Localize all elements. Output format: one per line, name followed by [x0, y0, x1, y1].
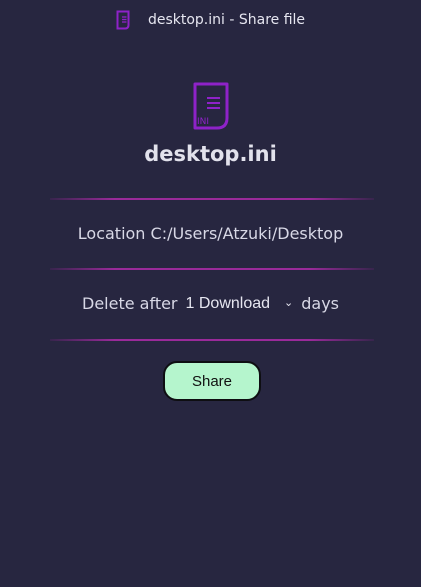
delete-after-select[interactable]: 1 Download ⌄: [186, 295, 294, 313]
share-button[interactable]: Share: [163, 361, 261, 401]
delete-after-label: Delete after: [82, 294, 178, 313]
file-name: desktop.ini: [144, 142, 277, 166]
delete-after-row: Delete after 1 Download ⌄ days: [0, 294, 421, 313]
chevron-down-icon: ⌄: [284, 297, 294, 309]
delete-after-unit: days: [301, 294, 339, 313]
ini-badge: INI: [197, 117, 209, 127]
title-file-icon: [116, 10, 130, 30]
share-file-window: desktop.ini - Share file INI desktop.ini…: [0, 0, 421, 587]
window-title: desktop.ini - Share file: [147, 12, 306, 28]
ini-file-icon: INI: [193, 82, 229, 130]
delete-after-selected: 1 Download: [185, 294, 271, 312]
divider: [50, 339, 374, 341]
location-text: Location C:/Users/Atzuki/Desktop: [77, 224, 344, 243]
divider: [50, 268, 374, 270]
divider: [50, 198, 374, 200]
title-bar: desktop.ini - Share file: [0, 0, 421, 40]
